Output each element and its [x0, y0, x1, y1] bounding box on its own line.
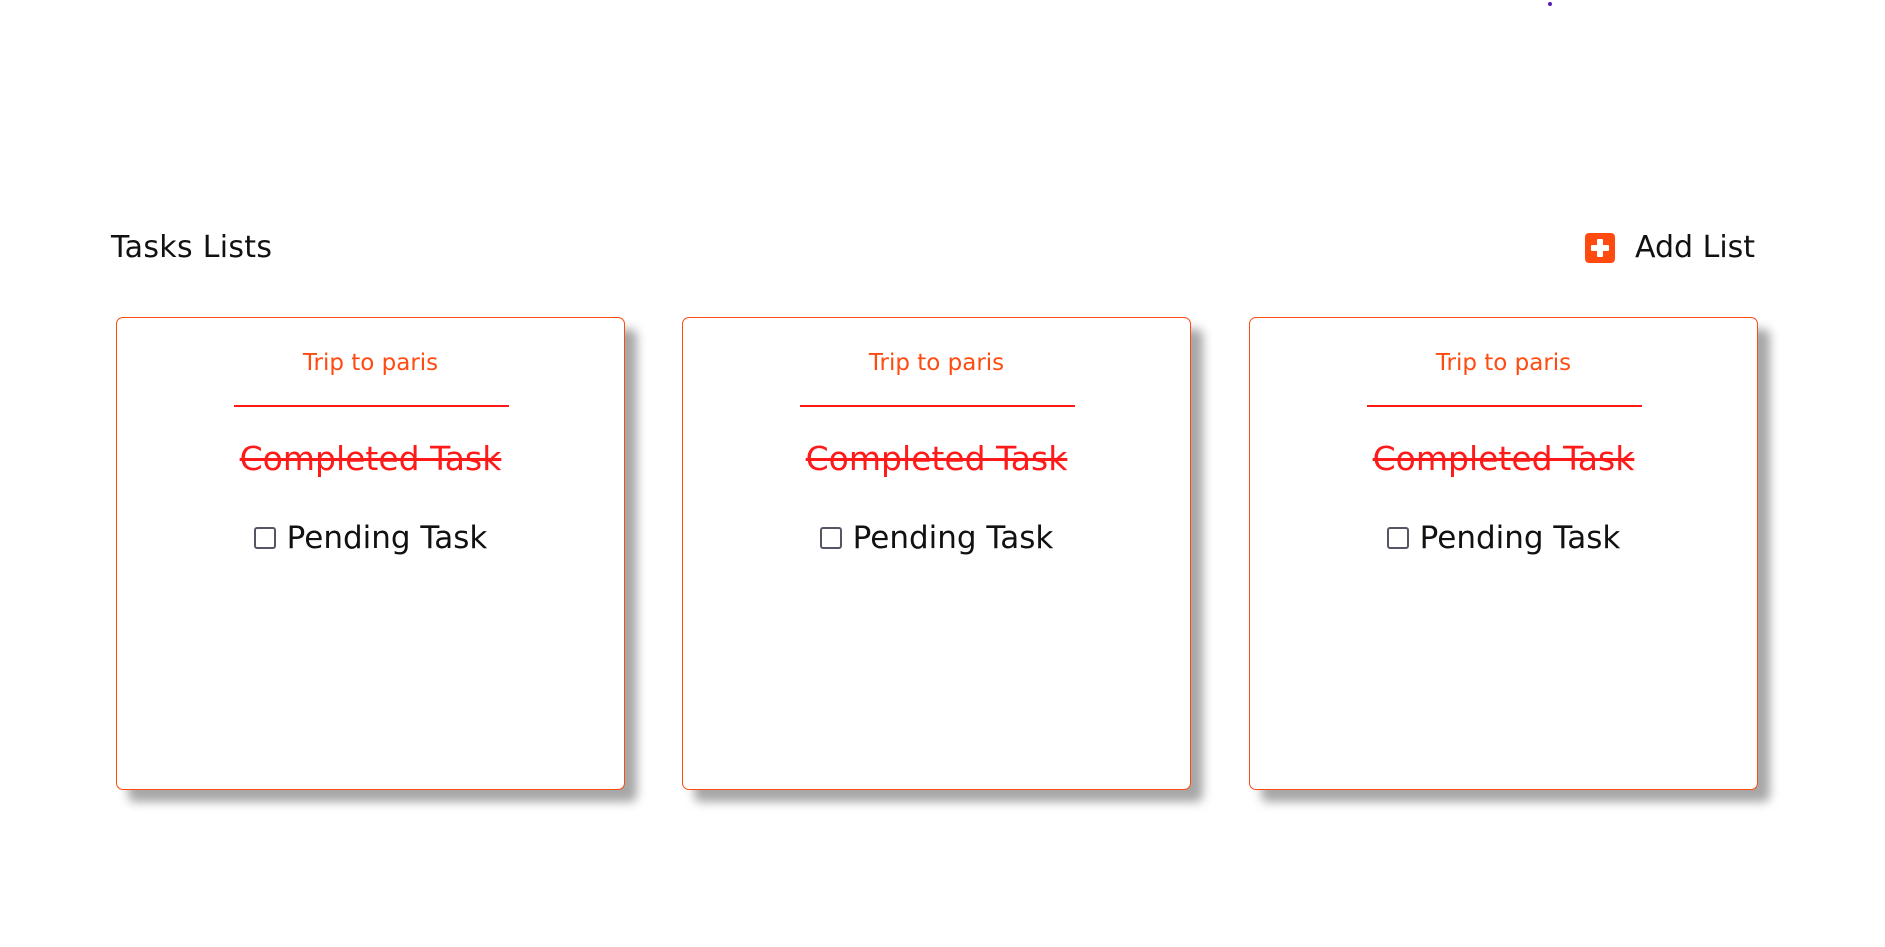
task-list-card: Trip to paris Completed Task Pending Tas…	[682, 317, 1191, 790]
completed-task[interactable]: Completed Task	[683, 436, 1190, 482]
title-divider	[234, 405, 509, 407]
completed-task[interactable]: Completed Task	[1250, 436, 1757, 482]
task-list-title[interactable]: Trip to paris	[683, 348, 1190, 378]
pending-task-label[interactable]: Pending Task	[1420, 516, 1621, 560]
task-lists-container: Trip to paris Completed Task Pending Tas…	[116, 317, 1764, 792]
pending-task-checkbox[interactable]	[1386, 527, 1409, 549]
task-list-card: Trip to paris Completed Task Pending Tas…	[116, 317, 625, 790]
page-title: Tasks Lists	[111, 230, 273, 265]
cursor-dot	[1548, 2, 1552, 6]
add-list-label[interactable]: Add List	[1635, 228, 1755, 268]
pending-task-row[interactable]: Pending Task	[683, 516, 1190, 560]
pending-task-row[interactable]: Pending Task	[1250, 516, 1757, 560]
add-list-button[interactable]: Add List	[1585, 228, 1755, 268]
title-divider	[1367, 405, 1642, 407]
task-list-card: Trip to paris Completed Task Pending Tas…	[1249, 317, 1758, 790]
pending-task-checkbox[interactable]	[253, 527, 276, 549]
task-list-title[interactable]: Trip to paris	[1250, 348, 1757, 378]
pending-task-row[interactable]: Pending Task	[117, 516, 624, 560]
plus-square-icon[interactable]	[1585, 233, 1615, 263]
pending-task-label[interactable]: Pending Task	[287, 516, 488, 560]
completed-task[interactable]: Completed Task	[117, 436, 624, 482]
page: Tasks Lists Add List Trip to paris Compl…	[0, 0, 1885, 947]
title-divider	[800, 405, 1075, 407]
task-list-title[interactable]: Trip to paris	[117, 348, 624, 378]
pending-task-label[interactable]: Pending Task	[853, 516, 1054, 560]
pending-task-checkbox[interactable]	[819, 527, 842, 549]
